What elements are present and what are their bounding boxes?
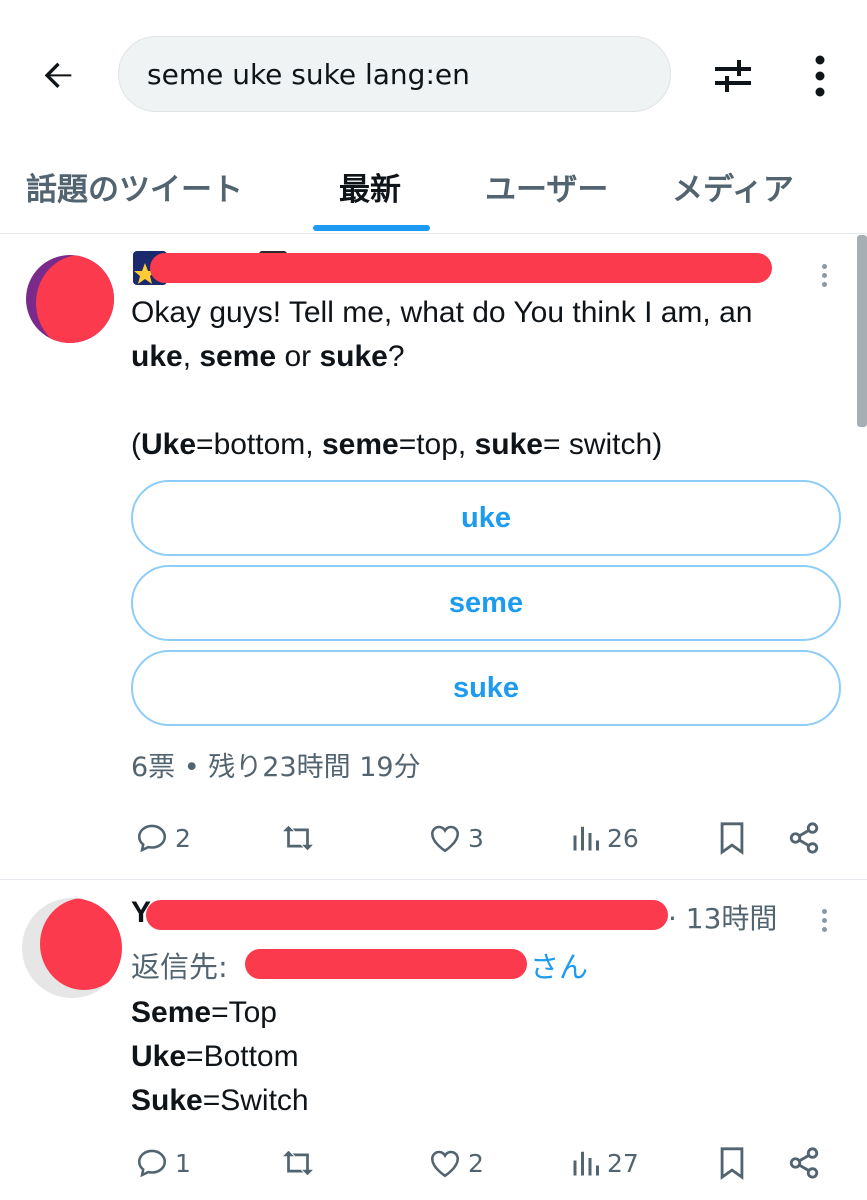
redacted-username — [150, 253, 772, 283]
heart-icon — [430, 825, 460, 853]
tweet[interactable]: Okay guys! Tell me, what do You think I … — [0, 235, 867, 880]
bold-text: Seme — [131, 996, 212, 1029]
text-run: ? — [387, 340, 405, 373]
back-button[interactable] — [30, 48, 86, 104]
view-count: 26 — [607, 823, 639, 853]
view-count: 27 — [607, 1148, 639, 1178]
search-tabs: 話題のツイート 最新 ユーザー メディア — [0, 150, 867, 234]
tab-users[interactable]: ユーザー — [485, 164, 608, 216]
poll-option-suke[interactable]: suke — [131, 650, 841, 726]
tweet-actions: 1 2 27 — [131, 1138, 831, 1188]
bookmark-button[interactable] — [717, 1138, 747, 1188]
bold-text: seme — [321, 428, 399, 461]
poll-votes-remaining: 6票 • 残り23時間 19分 — [131, 752, 421, 783]
tweet[interactable]: Y · 13時間 返信先: さん Seme=Top Uke=Bottom Suk… — [0, 880, 867, 1200]
text-run: =top, — [398, 428, 475, 461]
tab-media[interactable]: メディア — [672, 164, 794, 216]
bold-text: suke — [474, 428, 543, 461]
text-run: = switch) — [542, 428, 663, 461]
back-arrow-icon — [44, 62, 72, 88]
text-run: =bottom, — [196, 428, 322, 461]
reply-to-suffix[interactable]: さん — [530, 944, 588, 986]
tweet-text-line2: uke, seme or suke? — [131, 335, 405, 379]
redacted-reply-handle — [245, 949, 527, 979]
redaction-mark — [36, 255, 114, 343]
top-bar: seme uke suke lang:en — [0, 0, 867, 150]
tweet-menu-button[interactable] — [812, 255, 836, 295]
bold-text: Uke — [141, 428, 197, 461]
bold-text: uke — [131, 340, 183, 373]
search-query-text: seme uke suke lang:en — [147, 57, 470, 91]
tweet-text-line2: Uke=Bottom — [131, 1035, 299, 1079]
reply-button[interactable]: 1 — [135, 1138, 191, 1188]
poll-option-seme[interactable]: seme — [131, 565, 841, 641]
views-button[interactable]: 27 — [571, 1138, 639, 1188]
heart-icon — [430, 1150, 460, 1178]
poll-option-uke[interactable]: uke — [131, 480, 841, 556]
search-filter-button[interactable] — [705, 48, 761, 104]
redacted-username — [146, 900, 668, 930]
text-run: ( — [131, 428, 141, 461]
like-button[interactable]: 2 — [428, 1138, 484, 1188]
views-button[interactable]: 26 — [571, 813, 639, 863]
tweet-text-line3: (Uke=bottom, seme=top, suke= switch) — [131, 423, 662, 467]
bar-chart-icon — [573, 826, 599, 851]
more-options-button[interactable] — [796, 48, 844, 104]
text-run: =Bottom — [186, 1040, 299, 1073]
avatar[interactable] — [26, 255, 114, 343]
reply-count: 2 — [175, 823, 191, 853]
text-run: =Top — [211, 996, 277, 1029]
bold-text: Uke — [131, 1040, 187, 1073]
tab-latest[interactable]: 最新 — [339, 164, 401, 216]
bold-text: seme — [199, 340, 277, 373]
text-run: or — [276, 340, 320, 373]
tweet-text-line1: Seme=Top — [131, 991, 277, 1035]
tweet-menu-button[interactable] — [812, 900, 836, 940]
sliders-icon — [715, 60, 751, 92]
avatar[interactable] — [22, 898, 122, 998]
reply-icon — [137, 824, 167, 853]
text-run: , — [182, 340, 200, 373]
like-count: 2 — [468, 1148, 484, 1178]
tweet-actions: 2 3 26 — [131, 813, 831, 863]
retweet-button[interactable] — [279, 813, 317, 863]
tweet-text-line1: Okay guys! Tell me, what do You think I … — [131, 296, 753, 329]
share-icon — [789, 822, 819, 854]
like-count: 3 — [468, 823, 484, 853]
reply-to-label: 返信先: — [131, 950, 228, 984]
bar-chart-icon — [573, 1151, 599, 1176]
bookmark-icon — [720, 1147, 744, 1180]
tab-top[interactable]: 話題のツイート — [26, 164, 243, 216]
share-icon — [789, 1147, 819, 1179]
share-button[interactable] — [787, 813, 821, 863]
like-button[interactable]: 3 — [428, 813, 484, 863]
bookmark-icon — [720, 822, 744, 855]
reply-count: 1 — [175, 1148, 191, 1178]
text-run: =Switch — [202, 1084, 309, 1117]
reply-button[interactable]: 2 — [135, 813, 191, 863]
bold-text: Suke — [131, 1084, 203, 1117]
retweet-icon — [283, 825, 313, 851]
reply-icon — [137, 1149, 167, 1178]
active-tab-indicator — [313, 225, 430, 231]
bookmark-button[interactable] — [717, 813, 747, 863]
vertical-dots-icon — [815, 55, 825, 97]
redaction-mark — [40, 898, 122, 990]
tweet-timestamp[interactable]: · 13時間 — [668, 897, 777, 937]
share-button[interactable] — [787, 1138, 821, 1188]
retweet-button[interactable] — [279, 1138, 317, 1188]
search-input[interactable]: seme uke suke lang:en — [118, 36, 671, 112]
bold-text: suke — [319, 340, 388, 373]
retweet-icon — [283, 1150, 313, 1176]
tweet-text-line3: Suke=Switch — [131, 1079, 309, 1123]
